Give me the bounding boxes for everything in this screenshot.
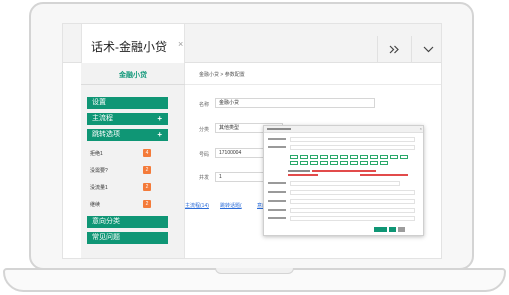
- warning-text: [360, 174, 408, 176]
- tab-active[interactable]: 话术-金融小贷 ×: [81, 24, 185, 63]
- field-label: 号码: [199, 152, 210, 158]
- sidebar-item-label: 跳转选项: [92, 131, 120, 138]
- dialog-row: [266, 181, 423, 187]
- list-item[interactable]: 继续: [90, 201, 150, 208]
- chevron-down-icon: [423, 46, 434, 53]
- dialog-row: [266, 208, 423, 214]
- list-item[interactable]: 没需要?: [90, 167, 150, 174]
- breadcrumb: 金融小贷 > 参数配置: [185, 71, 441, 85]
- config-dialog: ×: [263, 125, 424, 236]
- sidebar-item-label: 常见问题: [92, 234, 120, 241]
- count-badge: 4: [143, 149, 151, 157]
- dialog-title: [267, 128, 291, 130]
- plus-icon[interactable]: +: [157, 113, 162, 125]
- more-tabs-button[interactable]: [377, 36, 411, 63]
- dialog-row: [266, 199, 423, 205]
- sidebar-item-label: 意向分类: [92, 218, 120, 225]
- laptop-notch: [215, 268, 294, 274]
- dialog-save-button[interactable]: [374, 227, 387, 232]
- count-badge: 2: [143, 200, 151, 208]
- close-icon[interactable]: ×: [178, 39, 183, 49]
- dialog-header: ×: [264, 126, 423, 133]
- top-bar: 话术-金融小贷 ×: [63, 24, 441, 63]
- close-icon[interactable]: ×: [420, 126, 422, 131]
- sidebar-item-label: 设置: [92, 99, 106, 106]
- double-chevron-right-icon: [389, 45, 399, 54]
- dialog-text: [288, 170, 310, 172]
- sidebar-title: 金融小贷: [119, 72, 147, 79]
- dialog-row: [266, 145, 423, 151]
- sidebar-item-faq[interactable]: 常见问题: [87, 232, 168, 244]
- warning-text: [288, 174, 318, 176]
- plus-icon[interactable]: +: [157, 129, 162, 141]
- dialog-row: [266, 137, 423, 143]
- field-label: 分类: [199, 127, 210, 133]
- name-field[interactable]: 金融小贷: [215, 98, 375, 108]
- list-item[interactable]: 拒绝1: [90, 150, 150, 157]
- sidebar-item-label: 主流程: [92, 115, 113, 122]
- dropdown-button[interactable]: [411, 36, 441, 63]
- sidebar: 金融小贷 设置 主流程 + 跳转选项 + 拒绝1 4 没需要? 2 没流量1 2 继…: [81, 63, 185, 258]
- dialog-cancel-button[interactable]: [398, 227, 405, 232]
- dialog-ok-button[interactable]: [389, 227, 396, 232]
- sidebar-item-intent-category[interactable]: 意向分类: [87, 216, 168, 228]
- app-window: 话术-金融小贷 × 金融小贷 设置 主流程 + 跳转选项 + 拒绝1 4 没需要? …: [62, 23, 442, 259]
- tab-title: 话术-金融小贷: [91, 40, 167, 54]
- count-badge: 2: [143, 166, 151, 174]
- warning-text: [312, 170, 376, 172]
- sidebar-item-settings[interactable]: 设置: [87, 97, 168, 109]
- sidebar-divider: [81, 84, 185, 85]
- sidebar-item-jump-options[interactable]: 跳转选项 +: [87, 129, 168, 141]
- link-main-flow[interactable]: 主流程(14): [185, 202, 209, 209]
- list-item[interactable]: 没流量1: [90, 184, 150, 191]
- field-label: 并发: [199, 175, 210, 181]
- link-jump-topics[interactable]: 跳转话题(: [220, 202, 242, 209]
- count-badge: 2: [143, 183, 151, 191]
- field-label: 名称: [199, 102, 210, 108]
- dialog-row: [266, 190, 423, 196]
- sidebar-item-main-flow[interactable]: 主流程 +: [87, 113, 168, 125]
- dialog-row: [266, 216, 423, 222]
